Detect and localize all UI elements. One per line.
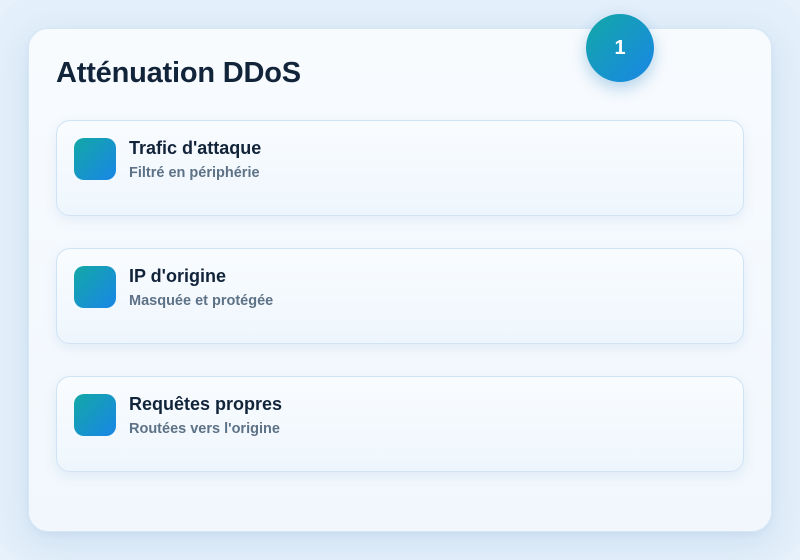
gradient-square-icon <box>74 266 116 308</box>
page-title: Atténuation DDoS <box>56 57 301 89</box>
gradient-square-icon <box>74 394 116 436</box>
step-card-origin-ip: IP d'origine Masquée et protégée <box>56 248 744 344</box>
step-title: Requêtes propres <box>129 394 283 414</box>
step-title: IP d'origine <box>129 266 226 286</box>
step-subtitle: Masquée et protégée <box>129 293 274 309</box>
step-subtitle: Routées vers l'origine <box>129 421 280 437</box>
step-title: Trafic d'attaque <box>129 138 262 158</box>
step-badge: 1 <box>586 14 654 82</box>
gradient-square-icon <box>74 138 116 180</box>
step-subtitle: Filtré en périphérie <box>129 165 260 181</box>
step-card-attack-traffic: Trafic d'attaque Filtré en périphérie <box>56 120 744 216</box>
step-card-clean-requests: Requêtes propres Routées vers l'origine <box>56 376 744 472</box>
